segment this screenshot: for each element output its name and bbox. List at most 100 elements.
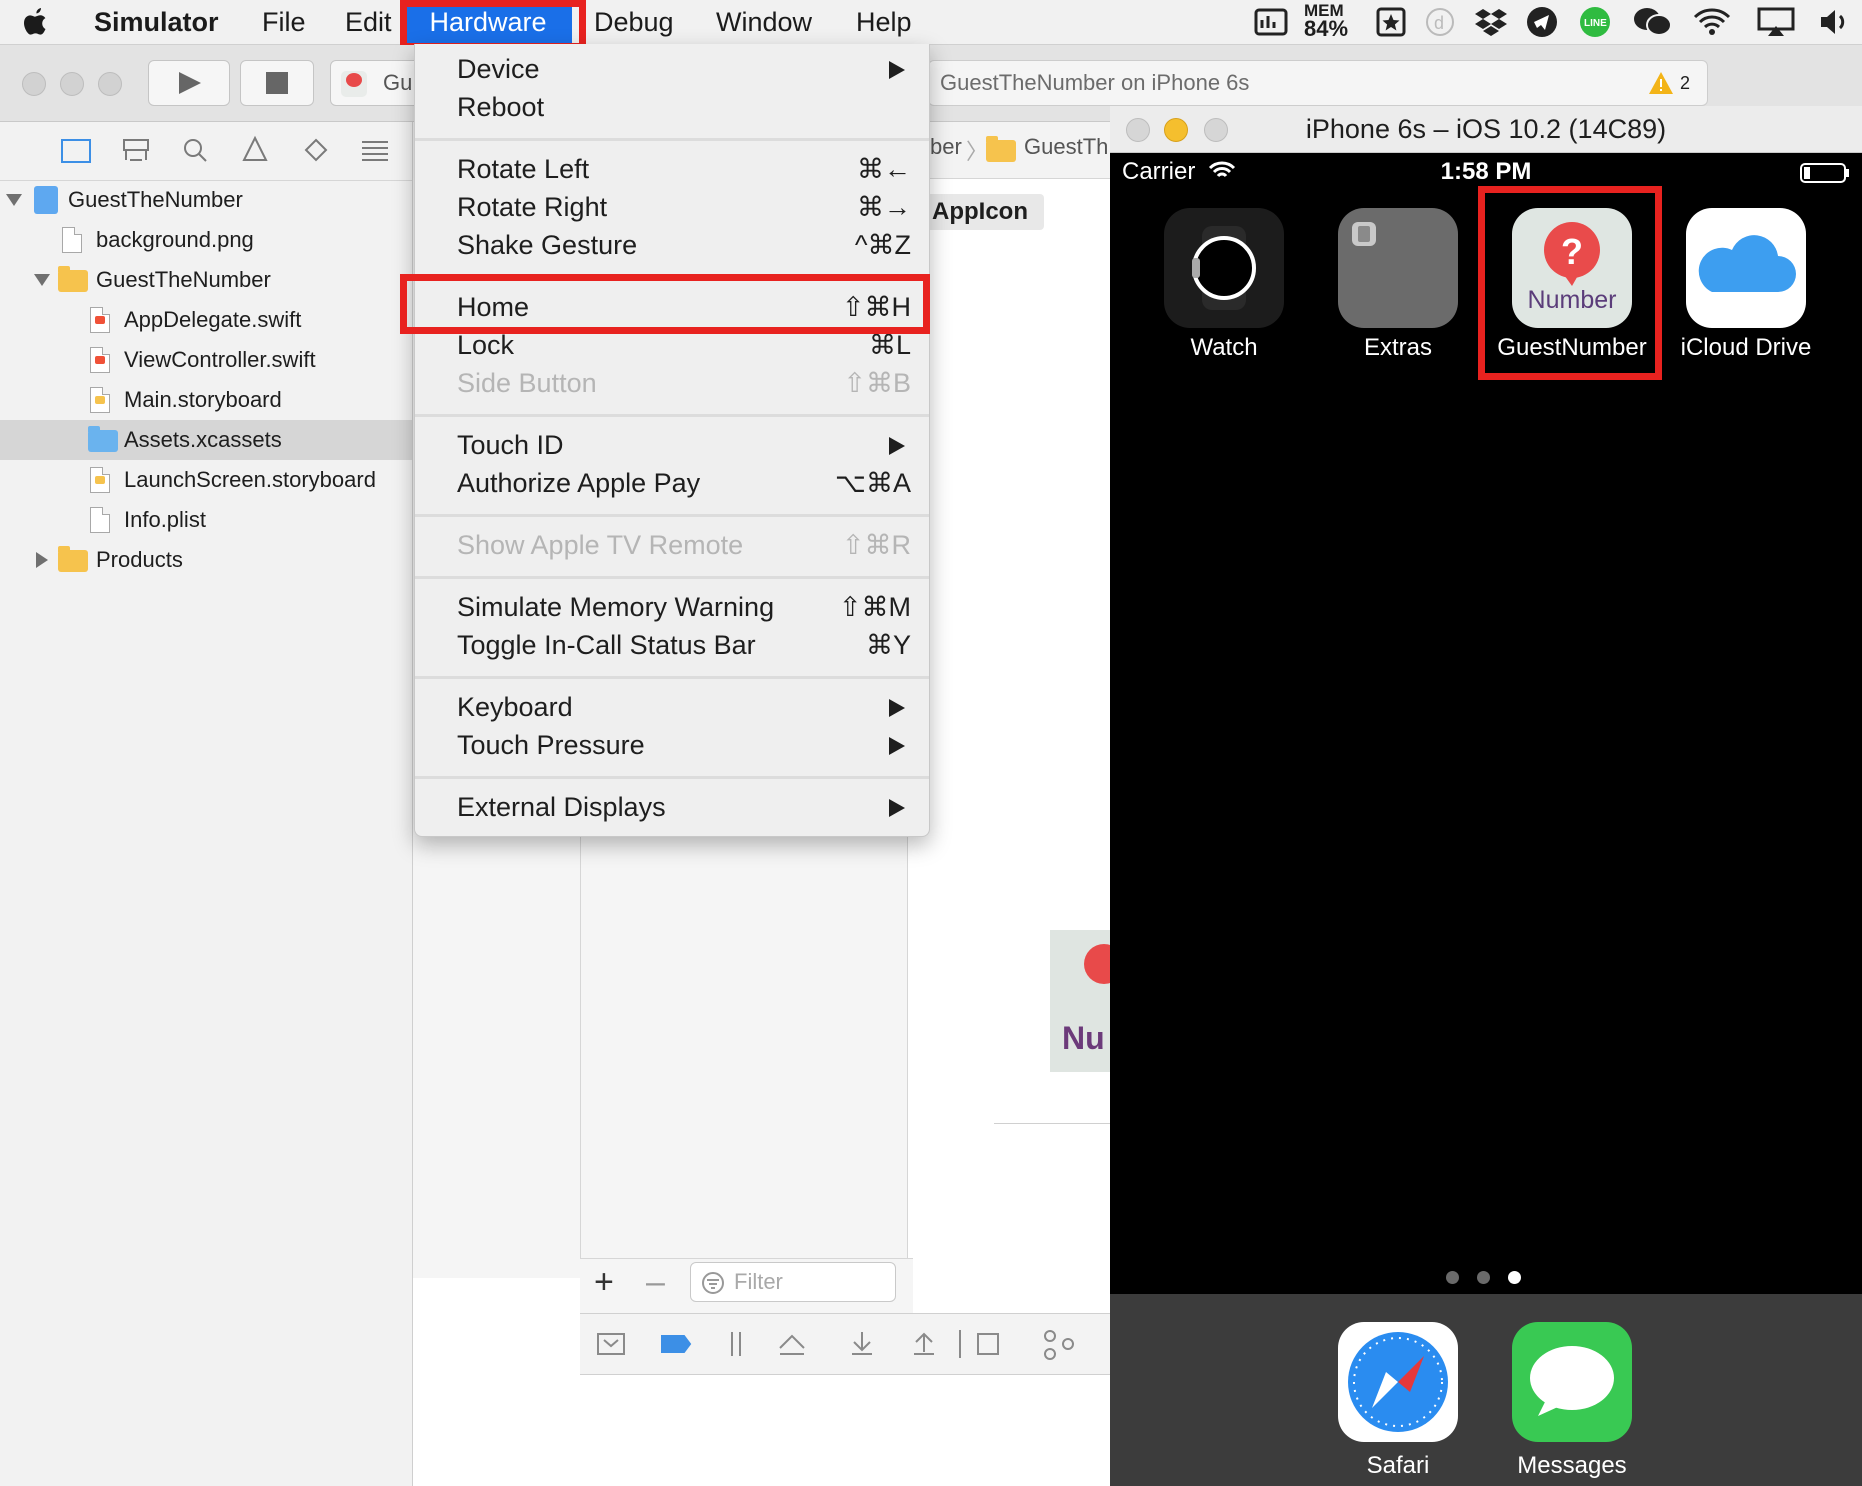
- pause-icon[interactable]: [726, 1330, 756, 1358]
- project-navigator-tab-icon[interactable]: [60, 139, 90, 163]
- menu-item-keyboard[interactable]: Keyboard: [415, 688, 929, 726]
- window-zoom-button[interactable]: [98, 72, 122, 96]
- menu-item-label: Keyboard: [457, 692, 573, 722]
- extras-folder-icon[interactable]: [1338, 208, 1458, 328]
- wechat-icon[interactable]: [1632, 6, 1672, 38]
- menu-item-label: Rotate Left: [457, 154, 590, 184]
- disclosure-down-icon[interactable]: [6, 194, 22, 206]
- nav-item-appdelegate[interactable]: AppDelegate.swift: [0, 300, 412, 340]
- airplay-icon[interactable]: [1756, 6, 1796, 38]
- ios-time: 1:58 PM: [1440, 158, 1532, 185]
- menu-item-toggle-in-call-status-bar[interactable]: Toggle In-Call Status Bar ⌘Y: [415, 626, 929, 664]
- watch-app-label: Watch: [1190, 334, 1258, 361]
- messages-app-icon[interactable]: [1512, 1322, 1632, 1442]
- nav-item-project[interactable]: GuestTheNumber: [0, 180, 412, 220]
- breakpoints-toggle-icon[interactable]: [660, 1330, 690, 1358]
- menu-item-reboot[interactable]: Reboot: [415, 88, 929, 126]
- menu-item-rotate-right[interactable]: Rotate Right ⌘→: [415, 188, 929, 226]
- wifi-icon[interactable]: [1692, 6, 1732, 38]
- nav-item-assets[interactable]: Assets.xcassets: [0, 420, 412, 460]
- page-dot[interactable]: [1446, 1271, 1459, 1284]
- menu-item-shortcut: ^⌘Z: [854, 230, 911, 260]
- window-close-button[interactable]: [22, 72, 46, 96]
- xcodeproj-icon: [34, 186, 58, 214]
- window-minimize-button[interactable]: [60, 72, 84, 96]
- nav-item-launchscreen[interactable]: LaunchScreen.storyboard: [0, 460, 412, 500]
- dropbox-icon[interactable]: [1474, 6, 1508, 38]
- test-navigator-tab-icon[interactable]: [300, 139, 330, 163]
- disclosure-right-icon[interactable]: [36, 552, 48, 568]
- nav-item-info-plist[interactable]: Info.plist: [0, 500, 412, 540]
- nav-item-label: AppDelegate.swift: [124, 307, 302, 332]
- menu-edit[interactable]: Edit: [345, 0, 392, 44]
- page-dot[interactable]: [1477, 1271, 1490, 1284]
- menu-item-label: Show Apple TV Remote: [457, 530, 744, 560]
- hardware-highlight-box: [400, 0, 586, 50]
- menu-item-touch-id[interactable]: Touch ID: [415, 426, 929, 464]
- volume-icon[interactable]: [1818, 6, 1858, 38]
- stop-button[interactable]: [240, 60, 314, 106]
- watch-app-icon[interactable]: [1164, 208, 1284, 328]
- hide-debug-area-icon[interactable]: [596, 1330, 626, 1358]
- disclosure-down-icon[interactable]: [34, 274, 50, 286]
- activity-monitor-icon[interactable]: [1254, 6, 1288, 38]
- nav-item-viewcontroller[interactable]: ViewController.swift: [0, 340, 412, 380]
- filter-placeholder: Filter: [734, 1269, 783, 1294]
- step-into-icon[interactable]: [846, 1330, 876, 1358]
- nav-item-label: Info.plist: [124, 507, 206, 532]
- page-dot-current[interactable]: [1508, 1271, 1521, 1284]
- menu-item-simulate-memory-warning[interactable]: Simulate Memory Warning ⇧⌘M: [415, 588, 929, 626]
- line-icon[interactable]: LINE: [1578, 6, 1612, 38]
- report-navigator-tab-icon[interactable]: [360, 139, 390, 163]
- telegram-icon[interactable]: [1526, 6, 1558, 38]
- menu-item-shortcut: ⌘→: [857, 192, 911, 222]
- folder-icon: [58, 546, 88, 572]
- step-out-icon[interactable]: [910, 1330, 940, 1358]
- add-asset-button[interactable]: +: [594, 1262, 614, 1302]
- remove-asset-button[interactable]: –: [646, 1262, 665, 1302]
- find-navigator-tab-icon[interactable]: [180, 139, 210, 163]
- icloud-drive-app-icon[interactable]: [1686, 208, 1806, 328]
- run-button[interactable]: [148, 60, 230, 106]
- issue-navigator-tab-icon[interactable]: [240, 139, 270, 163]
- nav-item-products[interactable]: Products: [0, 540, 412, 580]
- nav-item-background-png[interactable]: background.png: [0, 220, 412, 260]
- breadcrumb-folder-icon: [986, 136, 1016, 162]
- nav-item-label: LaunchScreen.storyboard: [124, 467, 376, 492]
- menu-item-rotate-left[interactable]: Rotate Left ⌘←: [415, 150, 929, 188]
- nav-item-main-storyboard[interactable]: Main.storyboard: [0, 380, 412, 420]
- storyboard-file-icon: [90, 467, 110, 493]
- menu-item-device[interactable]: Device: [415, 50, 929, 88]
- menu-item-shake-gesture[interactable]: Shake Gesture ^⌘Z: [415, 226, 929, 264]
- svg-text:d: d: [1434, 13, 1444, 33]
- menu-item-label: Simulate Memory Warning: [457, 592, 775, 622]
- hardware-menu: Device Reboot Rotate Left ⌘← Rotate Righ…: [414, 44, 930, 837]
- breadcrumb-item[interactable]: ber: [930, 134, 962, 160]
- memory-graph-icon[interactable]: [1040, 1330, 1070, 1358]
- submenu-arrow-icon: [889, 799, 905, 817]
- symbol-navigator-tab-icon[interactable]: [122, 139, 152, 163]
- nav-item-group-guestthenumber[interactable]: GuestTheNumber: [0, 260, 412, 300]
- safari-app-icon[interactable]: [1338, 1322, 1458, 1442]
- menu-item-external-displays[interactable]: External Displays: [415, 788, 929, 826]
- scheme-selector[interactable]: Gu: [330, 60, 420, 106]
- menu-window[interactable]: Window: [716, 0, 812, 44]
- filter-field[interactable]: [690, 1262, 896, 1302]
- menu-item-shortcut: ⌘←: [857, 154, 911, 184]
- menu-item-touch-pressure[interactable]: Touch Pressure: [415, 726, 929, 764]
- menu-item-label: Authorize Apple Pay: [457, 468, 701, 498]
- menu-item-label: Rotate Right: [457, 192, 608, 222]
- apple-logo-icon[interactable]: [22, 6, 50, 38]
- star-box-icon[interactable]: [1376, 6, 1406, 38]
- step-over-icon[interactable]: [780, 1330, 810, 1358]
- menu-file[interactable]: File: [262, 0, 306, 44]
- warning-icon[interactable]: [1648, 71, 1674, 95]
- ios-battery-icon: [1800, 162, 1850, 184]
- view-debugger-icon[interactable]: [976, 1330, 1006, 1358]
- menu-help[interactable]: Help: [856, 0, 912, 44]
- breadcrumb-item[interactable]: GuestTh: [1024, 134, 1108, 160]
- menu-debug[interactable]: Debug: [594, 0, 674, 44]
- menu-item-authorize-apple-pay[interactable]: Authorize Apple Pay ⌥⌘A: [415, 464, 929, 502]
- d-circle-icon[interactable]: d: [1424, 6, 1456, 38]
- menu-simulator[interactable]: Simulator: [94, 0, 219, 44]
